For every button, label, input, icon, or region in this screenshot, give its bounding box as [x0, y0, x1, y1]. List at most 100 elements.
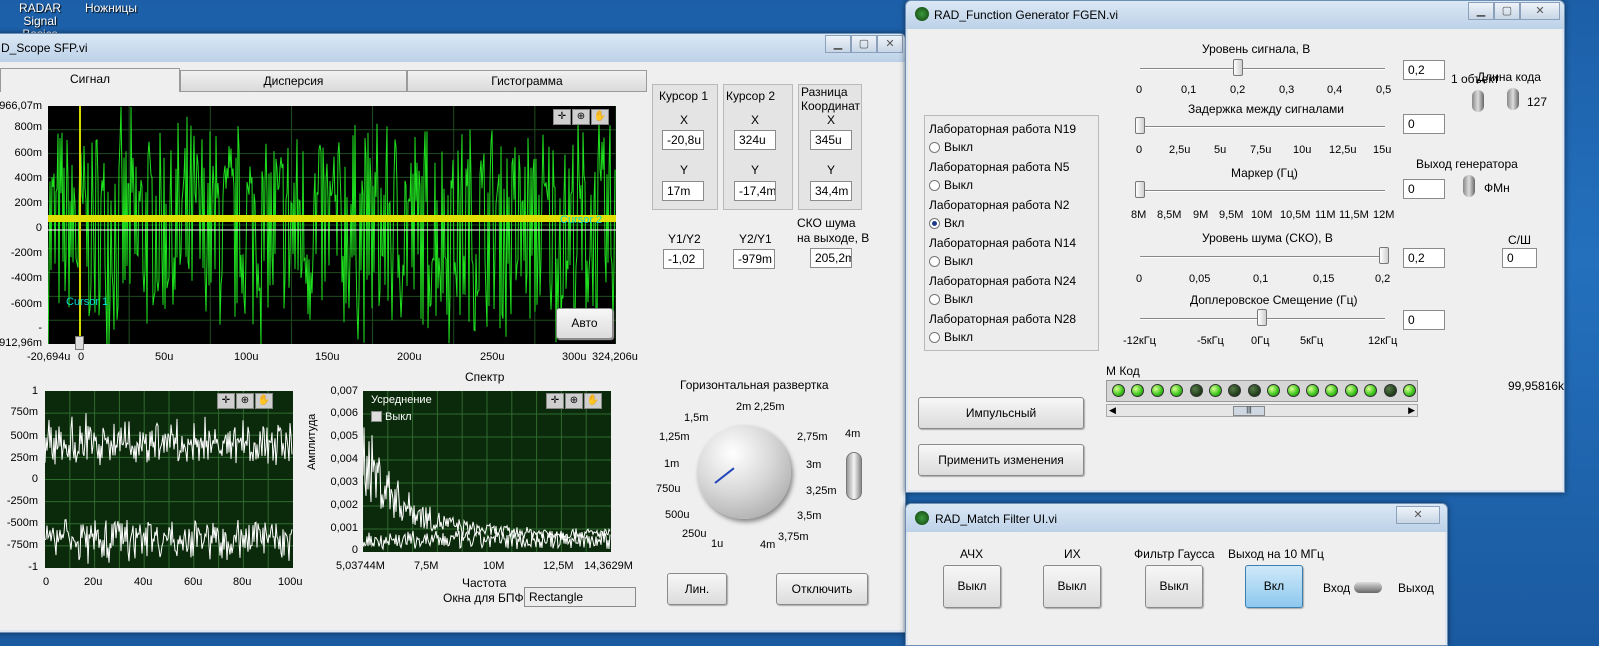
object-count-toggle[interactable]	[1472, 90, 1484, 112]
code-length-toggle[interactable]	[1507, 88, 1519, 110]
scroll-left-icon[interactable]: ◀	[1109, 405, 1116, 416]
level-input[interactable]: 0,2	[1403, 60, 1445, 80]
close-button[interactable]: ✕	[877, 35, 903, 53]
spectrum-graph[interactable]: Усреднение Выкл ✛ ⊕ ✋	[363, 391, 611, 552]
noise-input[interactable]: 0,2	[1403, 248, 1445, 268]
y1y2-value[interactable]: -1,02	[663, 249, 704, 269]
generator-output-toggle[interactable]	[1463, 175, 1475, 197]
tab-dispersion[interactable]: Дисперсия	[180, 70, 407, 92]
cursor1-handle[interactable]	[75, 336, 84, 350]
noise-tick: 0,2	[1375, 273, 1391, 285]
fft-window-select[interactable]: Rectangle	[524, 587, 636, 607]
small-waveform-graph[interactable]: ✛ ⊕ ✋	[45, 391, 293, 568]
cursor2-x-value[interactable]: 324u	[734, 130, 776, 150]
knob-tick: 1,25m	[659, 431, 690, 443]
close-button[interactable]: ✕	[1396, 506, 1440, 524]
scroll-thumb[interactable]: |||	[1233, 406, 1265, 416]
knob-tick: 1,5m	[684, 412, 709, 424]
knob-tick: 250u	[682, 528, 707, 540]
desktop-icon-scissors[interactable]: Ножницы	[80, 2, 142, 15]
small-y-tick: -1	[28, 561, 38, 573]
gauss-label: Фильтр Гаусса	[1134, 547, 1215, 561]
disconnect-button[interactable]: Отключить	[776, 573, 868, 605]
radio-button-icon[interactable]	[929, 256, 940, 268]
pan-tool-icon[interactable]: ✋	[255, 393, 273, 409]
hscan-slide-switch[interactable]	[846, 452, 862, 500]
minimize-button[interactable]: ▁	[1468, 2, 1494, 20]
maximize-button[interactable]: ▢	[851, 35, 877, 53]
delay-tick: 10u	[1293, 144, 1312, 156]
cursor-tool-icon[interactable]: ✛	[546, 393, 564, 409]
cursor-tool-icon[interactable]: ✛	[553, 109, 571, 125]
out10-toggle-button[interactable]: Вкл	[1245, 565, 1303, 608]
marker-tick: 12M	[1373, 209, 1395, 221]
cursor-tool-icon[interactable]: ✛	[217, 393, 235, 409]
diff-y-value[interactable]: 34,4m	[810, 181, 852, 201]
level-slider-thumb[interactable]	[1233, 59, 1243, 76]
spectrum-y-tick: 0,005	[330, 430, 358, 442]
mcode-scrollbar[interactable]: ◀ ||| ▶	[1106, 404, 1418, 417]
apply-changes-button[interactable]: Применить изменения	[918, 444, 1084, 476]
averaging-checkbox[interactable]	[371, 411, 382, 422]
minimize-button[interactable]: ▁	[825, 35, 851, 53]
doppler-tick: 12кГц	[1368, 335, 1398, 347]
delay-tick: 0	[1136, 144, 1143, 156]
doppler-input[interactable]: 0	[1403, 310, 1445, 330]
radio-button-icon[interactable]	[929, 142, 940, 154]
delay-input[interactable]: 0	[1403, 114, 1445, 134]
knob-tick: 1m	[664, 458, 680, 470]
cursor-band	[48, 215, 616, 222]
delay-slider-thumb[interactable]	[1135, 117, 1145, 134]
linear-button[interactable]: Лин.	[667, 573, 727, 605]
main-y-tick: 966,07m	[0, 100, 42, 112]
marker-input[interactable]: 0	[1403, 179, 1445, 199]
marker-slider-thumb[interactable]	[1135, 181, 1145, 198]
pan-tool-icon[interactable]: ✋	[591, 109, 609, 125]
knob-tick: 3m	[806, 459, 822, 471]
zoom-tool-icon[interactable]: ⊕	[572, 109, 590, 125]
zoom-tool-icon[interactable]: ⊕	[565, 393, 583, 409]
ir-toggle-button[interactable]: Выкл	[1043, 565, 1101, 608]
close-button[interactable]: ✕	[1520, 2, 1560, 20]
lab-item-state: Выкл	[944, 292, 974, 306]
lab-item[interactable]: Лабораторная работа N2 Вкл	[929, 198, 1069, 230]
tab-histogram[interactable]: Гистограмма	[407, 70, 647, 92]
radio-button-icon[interactable]	[929, 294, 940, 306]
lab-item[interactable]: Лабораторная работа N14 Выкл	[929, 236, 1076, 268]
auto-button[interactable]: Авто	[556, 308, 613, 339]
y2y1-value[interactable]: -979m	[733, 249, 775, 269]
main-waveform-graph[interactable]: ✛ ⊕ ✋ Cursor 2 Cursor 1 Авто	[48, 106, 616, 344]
cursor1-y-value[interactable]: 17m	[662, 181, 704, 201]
scroll-right-icon[interactable]: ▶	[1408, 405, 1415, 416]
pan-tool-icon[interactable]: ✋	[584, 393, 602, 409]
lab-item[interactable]: Лабораторная работа N28 Выкл	[929, 312, 1076, 344]
noise-slider-thumb[interactable]	[1379, 247, 1389, 264]
sko-value[interactable]: 205,2m	[810, 248, 852, 268]
pulse-button[interactable]: Импульсный	[918, 397, 1084, 429]
zoom-tool-icon[interactable]: ⊕	[236, 393, 254, 409]
tab-signal[interactable]: Сигнал	[0, 68, 180, 92]
radio-button-selected-icon[interactable]	[929, 218, 940, 230]
lab-item[interactable]: Лабораторная работа N5 Выкл	[929, 160, 1069, 192]
afc-toggle-button[interactable]: Выкл	[943, 565, 1001, 608]
mcode-led	[1383, 384, 1397, 397]
maximize-button[interactable]: ▢	[1494, 2, 1520, 20]
spectrum-y-tick: 0,003	[330, 476, 358, 488]
doppler-label: Доплеровское Смещение (Гц)	[1190, 293, 1358, 307]
cursor1-x-value[interactable]: -20,8u	[662, 130, 704, 150]
input-output-switch[interactable]	[1354, 582, 1382, 593]
gauss-toggle-button[interactable]: Выкл	[1145, 565, 1203, 608]
hscan-knob[interactable]	[697, 425, 791, 519]
radio-button-icon[interactable]	[929, 332, 940, 344]
lab-item[interactable]: Лабораторная работа N19 Выкл	[929, 122, 1076, 154]
cursor2-y-value[interactable]: -17,4m	[734, 181, 776, 201]
marker-tick: 11M	[1315, 209, 1336, 221]
lab-item[interactable]: Лабораторная работа N24 Выкл	[929, 274, 1076, 306]
spectrum-y-tick: 0,007	[330, 385, 358, 397]
cursor2-x-label: X	[751, 113, 760, 127]
level-slider-track	[1140, 68, 1385, 70]
diff-x-value[interactable]: 345u	[810, 130, 852, 150]
radio-button-icon[interactable]	[929, 180, 940, 192]
doppler-slider-thumb[interactable]	[1257, 309, 1267, 326]
main-x-tick: 50u	[155, 351, 174, 363]
